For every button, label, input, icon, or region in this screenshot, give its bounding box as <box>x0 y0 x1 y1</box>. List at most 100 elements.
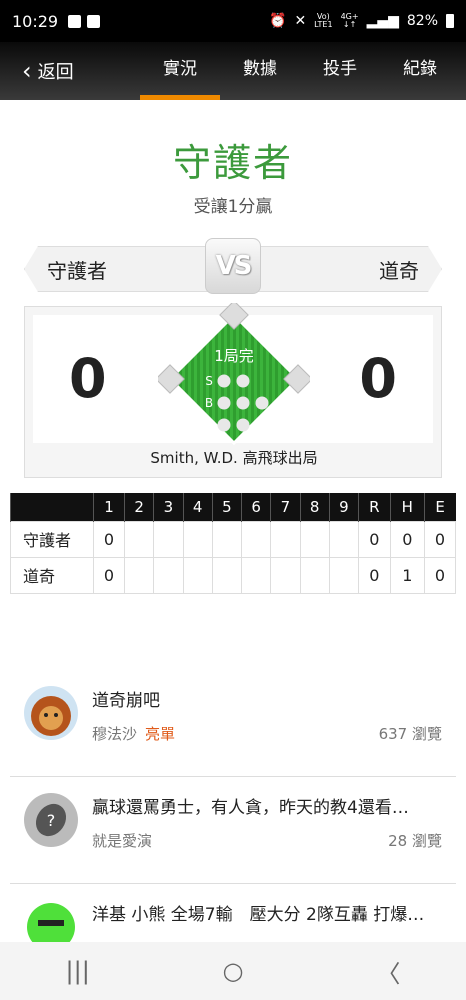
ball-light <box>236 396 250 410</box>
strike-label: S <box>205 374 213 388</box>
system-back-button[interactable]: 〈 <box>358 954 418 989</box>
team-cell: 守護者 <box>10 520 94 558</box>
network-4g-indicator: 4G+ ↓↑ <box>340 12 359 29</box>
back-button[interactable]: ‹ 返回 <box>0 58 140 84</box>
post-author: 就是愛演 <box>92 832 153 850</box>
chevron-left-icon: ‹ <box>22 57 32 85</box>
inning-cell <box>211 520 243 558</box>
vs-badge: VS <box>205 238 261 294</box>
header-cell: 3 <box>153 493 184 521</box>
inning-cell <box>153 520 184 558</box>
inning-cell <box>124 556 155 594</box>
status-time: 10:29 <box>12 11 59 31</box>
post-title: 道奇崩吧 <box>92 691 160 711</box>
out-label: O <box>204 418 213 432</box>
infield <box>167 312 301 446</box>
table-row: 守護者 0 0 0 0 <box>10 520 457 558</box>
runs-cell: 0 <box>358 556 391 594</box>
alarm-icon: ⏰ <box>269 13 287 29</box>
inning-cell <box>241 556 272 594</box>
result-summary: 受讓1分贏 <box>193 197 273 217</box>
recent-apps-button[interactable]: ||| <box>48 957 108 985</box>
signal-icon: ▂▄▆ <box>366 13 399 29</box>
table-row: 道奇 0 0 1 0 <box>10 556 457 594</box>
tab-bar: 實況 數據 投手 紀錄 <box>140 42 460 100</box>
inning-cell <box>328 520 360 558</box>
inning-cell <box>270 520 301 558</box>
avatar <box>24 686 78 740</box>
gallery-icon <box>68 14 82 28</box>
tab-stats[interactable]: 數據 <box>220 42 300 100</box>
away-team-label: 守護者 <box>24 246 224 292</box>
volte-indicator: Vo) LTE1 <box>314 12 333 29</box>
checkbox-notification-icon <box>87 14 101 28</box>
svg-text:?: ? <box>47 811 56 830</box>
ball-label: B <box>205 396 213 410</box>
winner-title: 守護者 <box>172 141 293 185</box>
ball-light <box>255 396 269 410</box>
header-cell: H <box>389 493 425 521</box>
inning-cell <box>241 520 272 558</box>
scoreboard: 0 0 1局完 S B O Smith, W.D. 高飛球出局 <box>24 303 442 478</box>
home-team-label: 道奇 <box>242 246 442 292</box>
list-item[interactable]: ? 贏球還罵勇士，有人貪，昨天的教4還看… 就是愛演 28 瀏覽 <box>10 777 456 884</box>
tab-live[interactable]: 實況 <box>140 42 220 100</box>
list-item[interactable]: 道奇崩吧 穆法沙 亮單 637 瀏覽 <box>10 670 456 777</box>
header-cell: 4 <box>182 493 213 521</box>
strike-light <box>236 374 250 388</box>
inning-cell <box>182 520 213 558</box>
errors-cell: 0 <box>423 556 457 594</box>
runs-cell: 0 <box>358 520 391 558</box>
inning-cell <box>211 556 243 594</box>
tab-pitchers[interactable]: 投手 <box>300 42 380 100</box>
inning-cell <box>182 556 213 594</box>
last-play: Smith, W.D. 高飛球出局 <box>150 449 318 467</box>
inning-cell <box>299 520 330 558</box>
inning-cell: 0 <box>92 556 126 594</box>
ball-light <box>217 396 231 410</box>
post-views: 637 瀏覽 <box>378 725 442 743</box>
header-cell: E <box>423 493 456 521</box>
hits-cell: 0 <box>389 520 425 558</box>
away-score: 0 <box>69 347 107 410</box>
linescore-header: 1 2 3 4 5 6 7 8 9 R H E <box>10 493 456 521</box>
post-author: 穆法沙 <box>92 725 138 743</box>
out-light <box>236 418 250 432</box>
post-tag: 亮單 <box>145 725 176 743</box>
post-title: 洋基 小熊 全場7輸 壓大分 2隊互轟 打爆… <box>92 905 425 925</box>
header-cell: 7 <box>270 493 301 521</box>
team-cell: 道奇 <box>10 556 94 594</box>
post-views: 28 瀏覽 <box>388 832 442 850</box>
header-cell: 1 <box>92 493 125 521</box>
baseball-diamond: 1局完 S B O <box>158 303 310 446</box>
inning-cell: 0 <box>92 520 126 558</box>
top-nav: ‹ 返回 實況 數據 投手 紀錄 <box>0 42 466 100</box>
inning-cell <box>270 556 301 594</box>
out-light <box>217 418 231 432</box>
header-cell: 5 <box>211 493 242 521</box>
tab-records[interactable]: 紀錄 <box>380 42 460 100</box>
inning-label: 1局完 <box>214 347 254 365</box>
mute-icon: ✕ <box>294 13 307 29</box>
header-cell: R <box>358 493 391 521</box>
hits-cell: 1 <box>389 556 425 594</box>
matchup-bar: 守護者 道奇 VS <box>24 238 442 294</box>
header-cell <box>10 493 94 521</box>
battery-percent: 82% <box>406 13 438 29</box>
home-score: 0 <box>359 347 397 410</box>
post-title: 贏球還罵勇士，有人貪，昨天的教4還看… <box>92 798 409 818</box>
status-bar: 10:29 ⏰ ✕ Vo) LTE1 4G+ ↓↑ ▂▄▆ 82% <box>0 0 466 42</box>
inning-cell <box>328 556 360 594</box>
home-button[interactable]: ○ <box>203 957 263 985</box>
avatar: ? <box>24 793 78 847</box>
back-label: 返回 <box>37 62 74 83</box>
inning-cell <box>299 556 330 594</box>
errors-cell: 0 <box>423 520 457 558</box>
header-cell: 2 <box>124 493 154 521</box>
system-nav-bar: ||| ○ 〈 <box>0 942 466 1000</box>
linescore-table: 1 2 3 4 5 6 7 8 9 R H E 守護者 0 0 0 0 道奇 0… <box>10 493 457 594</box>
inning-cell <box>153 556 184 594</box>
inning-cell <box>124 520 155 558</box>
battery-icon <box>446 14 454 28</box>
header-cell: 8 <box>299 493 330 521</box>
